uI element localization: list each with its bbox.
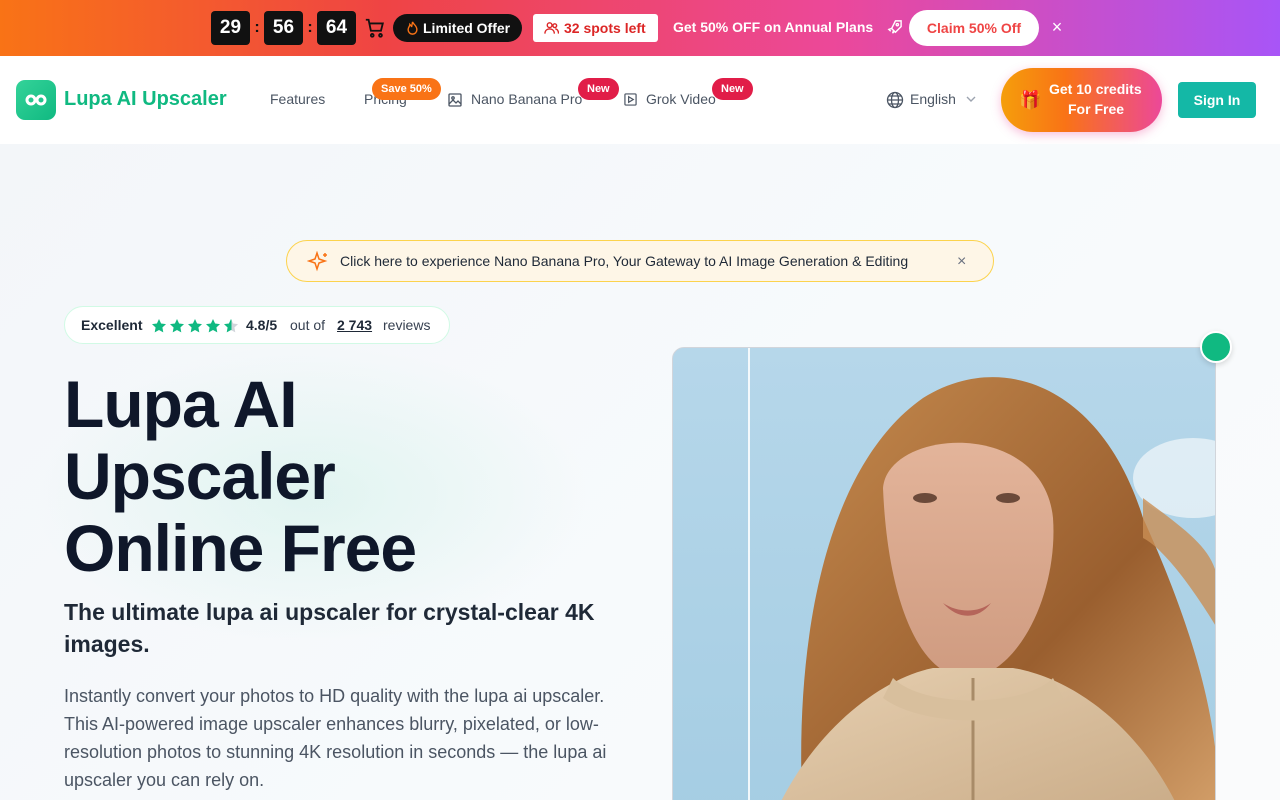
cart-icon (365, 18, 384, 38)
promo-bar: 29 : 56 : 64 Limited Offer 32 spots left… (0, 0, 1280, 56)
pricing-save-badge: Save 50% (372, 78, 441, 100)
timer-minutes: 56 (264, 11, 303, 45)
rating-reviews-label: reviews (383, 317, 431, 333)
limited-offer-label: Limited Offer (423, 20, 511, 36)
rating-score: 4.8/5 (246, 317, 278, 333)
star-icon (170, 319, 184, 333)
portrait-photo (673, 348, 1215, 800)
site-header: Lupa AI Upscaler Features Pricing Save 5… (0, 56, 1280, 144)
gift-icon: 🎁 (1019, 90, 1042, 110)
close-icon[interactable]: × (1049, 18, 1065, 36)
chevron-down-icon (966, 96, 976, 102)
annual-offer-text: Get 50% OFF on Annual Plans (673, 19, 874, 35)
globe-icon (886, 91, 904, 109)
timer-separator: : (254, 19, 260, 36)
star-icon (188, 319, 202, 333)
rocket-icon (887, 20, 902, 34)
rating-badge: Excellent 4.8/5 out of 2 743 reviews (64, 306, 450, 344)
hero-title-line: Lupa AI (64, 367, 298, 441)
reviews-count-link[interactable]: 2 743 (337, 317, 372, 333)
compare-divider[interactable] (748, 348, 750, 800)
sparkle-icon (307, 251, 328, 272)
countdown-timer: 29 : 56 : 64 (211, 11, 356, 45)
users-icon (544, 22, 559, 34)
nano-new-badge: New (578, 78, 619, 100)
fire-icon (407, 21, 418, 35)
compare-handle[interactable] (1200, 331, 1232, 363)
sign-in-button[interactable]: Sign In (1178, 82, 1256, 118)
timer-separator: : (307, 19, 313, 36)
image-icon (448, 93, 462, 107)
claim-offer-button[interactable]: Claim 50% Off (909, 10, 1039, 46)
hero-title-line: Online Free (64, 511, 417, 585)
language-label: English (910, 91, 956, 107)
close-icon[interactable]: × (957, 253, 966, 271)
limited-offer-badge: Limited Offer (393, 14, 523, 42)
star-icon (206, 319, 220, 333)
language-selector[interactable]: English (886, 91, 976, 109)
nav-features[interactable]: Features (270, 91, 325, 107)
rating-label: Excellent (81, 317, 143, 333)
timer-hours: 29 (211, 11, 250, 45)
credits-line2: For Free (1068, 101, 1125, 117)
hero-title-line: Upscaler (64, 439, 336, 513)
nav-grok-video[interactable]: Grok Video (646, 91, 716, 107)
before-after-image[interactable] (672, 347, 1216, 800)
hero-subtitle: The ultimate lupa ai upscaler for crysta… (64, 599, 595, 657)
hero-section: Click here to experience Nano Banana Pro… (0, 144, 1280, 800)
hero-description: Instantly convert your photos to HD qual… (64, 686, 607, 790)
logo-text[interactable]: Lupa AI Upscaler (64, 88, 227, 111)
timer-seconds: 64 (317, 11, 356, 45)
star-icon (152, 319, 166, 333)
free-credits-button[interactable]: 🎁 Get 10 credits For Free (1001, 68, 1162, 132)
credits-line1: Get 10 credits (1049, 81, 1142, 97)
star-half-icon (224, 319, 238, 333)
announcement-banner[interactable]: Click here to experience Nano Banana Pro… (286, 240, 994, 282)
hero-title: Lupa AI Upscaler Online Free (64, 368, 624, 584)
spots-left-badge: 32 spots left (533, 14, 658, 42)
logo-icon[interactable] (16, 80, 56, 120)
nav-nano-banana-pro[interactable]: Nano Banana Pro (471, 91, 582, 107)
rating-stars (151, 318, 241, 334)
spots-left-label: 32 spots left (564, 20, 646, 36)
video-icon (624, 93, 637, 106)
grok-new-badge: New (712, 78, 753, 100)
rating-out-of: out of (290, 317, 326, 333)
announcement-text: Click here to experience Nano Banana Pro… (340, 253, 909, 269)
